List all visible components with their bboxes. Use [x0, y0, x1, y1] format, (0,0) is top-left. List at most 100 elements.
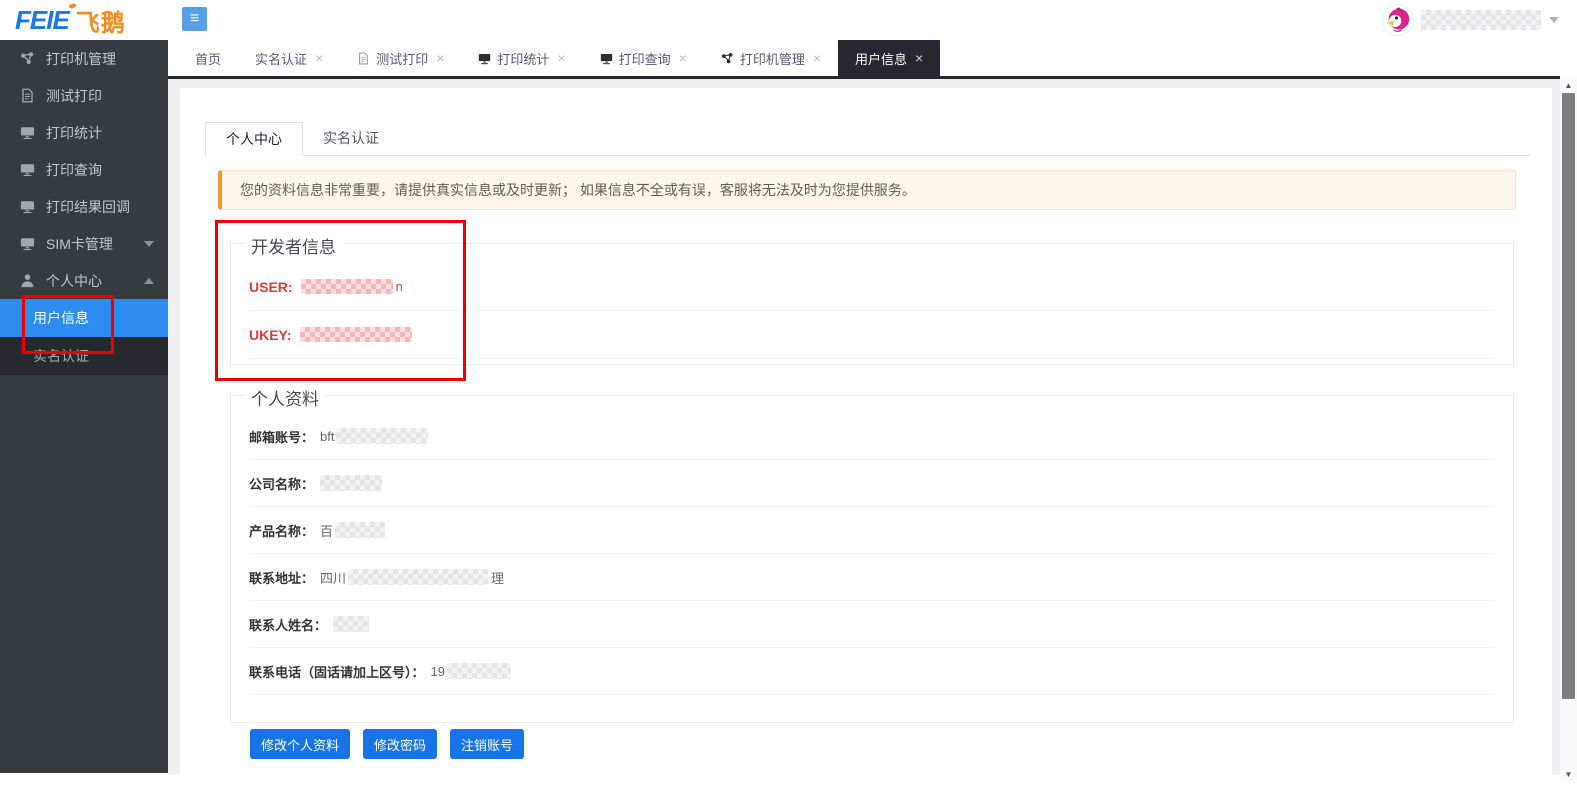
monitor-icon: [600, 52, 613, 65]
field-label: 联系人姓名：: [249, 615, 327, 634]
notice-banner: 您的资料信息非常重要，请提供真实信息或及时更新； 如果信息不全或有误，客服将无法…: [218, 170, 1516, 210]
sidebar-item-print-callback[interactable]: 打印结果回调: [0, 188, 168, 225]
tab-label: 测试打印: [376, 49, 428, 68]
app-logo: FEIE 飞鹅: [15, 4, 126, 36]
monitor-icon: [20, 199, 35, 214]
profile-row-product-name: 产品名称：百: [249, 507, 1495, 554]
profile-row-email: 邮箱账号：bft: [249, 413, 1495, 460]
logo-text-cn: 飞鹅: [76, 3, 126, 38]
monitor-icon: [20, 162, 35, 177]
field-value-visible: 四川: [320, 568, 346, 587]
close-tab-icon[interactable]: ×: [915, 51, 923, 65]
field-value-visible: 理: [491, 568, 504, 587]
tab-user-info[interactable]: 用户信息 ×: [838, 40, 940, 76]
field-value-redacted: [333, 616, 369, 632]
field-value-visible: bft: [320, 429, 334, 444]
close-tab-icon[interactable]: ×: [813, 51, 821, 65]
username-redacted: [1421, 10, 1541, 30]
close-tab-icon[interactable]: ×: [557, 51, 565, 65]
delete-account-button[interactable]: 注销账号: [450, 729, 524, 759]
sidebar-item-print-query[interactable]: 打印查询: [0, 151, 168, 188]
developer-row-ukey: UKEY:: [249, 311, 1495, 359]
developer-row-user: USER: n: [249, 263, 1495, 311]
sidebar-item-label: 打印结果回调: [46, 197, 130, 217]
menu-icon: ≡: [190, 10, 199, 27]
close-tab-icon[interactable]: ×: [679, 51, 687, 65]
tab-label: 用户信息: [855, 49, 907, 68]
sidebar-item-label: 打印机管理: [46, 49, 116, 69]
user-icon: [20, 273, 35, 288]
nodes-icon: [721, 52, 734, 65]
user-menu[interactable]: [1383, 4, 1559, 36]
sidebar-submenu: 用户信息实名认证: [0, 299, 168, 375]
sidebar: 打印机管理测试打印打印统计打印查询打印结果回调 SIM卡管理个人中心用户信息实名认…: [0, 40, 168, 773]
tab-label: 打印统计: [497, 49, 549, 68]
sidebar-item-label: 打印查询: [46, 160, 102, 180]
sidebar-item-personal-center[interactable]: 个人中心: [0, 262, 168, 299]
field-value-visible: 百: [320, 521, 333, 540]
chevron-up-icon: [144, 278, 154, 284]
sidebar-item-label: 个人中心: [46, 271, 102, 291]
open-tabs-bar: 首页实名认证×测试打印×打印统计×打印查询×打印机管理×用户信息×: [168, 40, 1560, 79]
sidebar-subitem-user-info[interactable]: 用户信息: [0, 299, 168, 337]
change-password-button[interactable]: 修改密码: [363, 729, 437, 759]
field-value-visible: n: [396, 279, 403, 294]
scroll-up-arrow[interactable]: ▲: [1560, 79, 1577, 92]
developer-info-section: 开发者信息 USER:nUKEY:: [230, 243, 1514, 365]
field-value-redacted: [335, 522, 385, 538]
profile-row-contact-name: 联系人姓名：: [249, 601, 1495, 648]
inner-tab-personal-center[interactable]: 个人中心: [205, 122, 303, 156]
close-tab-icon[interactable]: ×: [436, 51, 444, 65]
sidebar-item-printer-management[interactable]: 打印机管理: [0, 40, 168, 77]
chevron-down-icon: [144, 241, 154, 247]
close-tab-icon[interactable]: ×: [315, 51, 323, 65]
scroll-down-arrow[interactable]: ▼: [1560, 768, 1577, 781]
page: FEIE 飞鹅 ≡ 打印机管理测试打印打印统计打: [0, 0, 1577, 791]
tab-label: 打印查询: [619, 49, 671, 68]
field-value-redacted: [447, 663, 511, 679]
logo-text-en: FEIE: [15, 5, 69, 36]
sidebar-toggle-button[interactable]: ≡: [182, 7, 207, 31]
developer-info-title: 开发者信息: [244, 233, 343, 258]
vertical-scrollbar[interactable]: ▲ ▼: [1560, 79, 1577, 781]
sidebar-item-label: SIM卡管理: [46, 234, 113, 254]
header: FEIE 飞鹅 ≡: [0, 0, 1577, 40]
monitor-icon: [20, 125, 35, 140]
tab-label: 首页: [195, 49, 221, 68]
content-card: 个人中心实名认证 您的资料信息非常重要，请提供真实信息或及时更新； 如果信息不全…: [180, 88, 1552, 775]
field-value-redacted: [300, 327, 412, 342]
content-area: 个人中心实名认证 您的资料信息非常重要，请提供真实信息或及时更新； 如果信息不全…: [168, 79, 1560, 775]
tab-test-print[interactable]: 测试打印 ×: [340, 40, 461, 76]
goose-avatar-icon: [1383, 5, 1413, 35]
field-value-visible: 19: [431, 664, 445, 679]
inner-tabs: 个人中心实名认证: [205, 122, 1530, 156]
monitor-icon: [20, 236, 35, 251]
field-label: 公司名称：: [249, 474, 314, 493]
sidebar-item-test-print[interactable]: 测试打印: [0, 77, 168, 114]
sidebar-item-sim-card-management[interactable]: SIM卡管理: [0, 225, 168, 262]
sidebar-item-print-stats[interactable]: 打印统计: [0, 114, 168, 151]
tab-print-query[interactable]: 打印查询 ×: [583, 40, 704, 76]
sidebar-item-label: 打印统计: [46, 123, 102, 143]
field-value-redacted: [301, 279, 393, 294]
profile-section: 个人资料 邮箱账号：bft公司名称：产品名称：百联系地址：四川理联系人姓名：联系…: [230, 395, 1514, 723]
field-label: 联系地址：: [249, 568, 314, 587]
profile-title: 个人资料: [244, 385, 326, 410]
nodes-icon: [20, 51, 35, 66]
tab-print-stats[interactable]: 打印统计 ×: [461, 40, 582, 76]
profile-row-company-name: 公司名称：: [249, 460, 1495, 507]
tab-printer-management[interactable]: 打印机管理×: [704, 40, 838, 76]
scrollbar-thumb[interactable]: [1562, 93, 1575, 699]
chevron-down-icon: [1549, 17, 1559, 23]
notice-text: 您的资料信息非常重要，请提供真实信息或及时更新； 如果信息不全或有误，客服将无法…: [240, 182, 916, 198]
inner-tab-realname-auth[interactable]: 实名认证: [303, 122, 399, 156]
profile-row-contact-phone: 联系电话（固话请加上区号）：19: [249, 648, 1495, 695]
sidebar-subitem-realname-auth[interactable]: 实名认证: [0, 337, 168, 375]
field-label: USER:: [249, 279, 293, 295]
avatar[interactable]: [1383, 5, 1413, 35]
field-value-redacted: [348, 569, 488, 585]
tab-realname-auth[interactable]: 实名认证×: [238, 40, 340, 76]
sidebar-item-label: 测试打印: [46, 86, 102, 106]
tab-home[interactable]: 首页: [178, 40, 238, 76]
edit-profile-button[interactable]: 修改个人资料: [250, 729, 350, 759]
